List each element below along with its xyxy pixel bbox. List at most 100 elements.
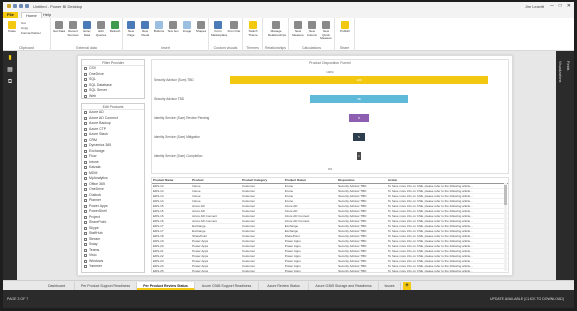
enter-data-button[interactable]: Enter Data <box>81 21 93 37</box>
checkbox[interactable] <box>84 237 87 241</box>
page-tab[interactable]: Azure O365 Support Readiness <box>195 282 259 290</box>
data-table[interactable]: Product Name Product Product Category Produ… <box>151 177 509 273</box>
get-data-button[interactable]: Get Data <box>53 21 65 34</box>
funnel-bar[interactable]: 5 <box>352 133 366 141</box>
table-scrollbar[interactable] <box>504 183 507 271</box>
checkbox[interactable] <box>84 138 87 142</box>
redo-icon[interactable] <box>25 4 29 8</box>
checkbox[interactable] <box>84 127 87 131</box>
checkbox[interactable] <box>84 94 87 98</box>
page-tab[interactable]: Per Product Review Status <box>137 282 195 290</box>
buttons-button[interactable]: Buttons <box>153 21 165 34</box>
checkbox[interactable] <box>84 259 87 263</box>
checkbox[interactable] <box>84 133 87 137</box>
axis-bottom-label: 0% <box>327 167 333 171</box>
from-marketplace-button[interactable]: From Marketplace <box>211 21 227 37</box>
checkbox[interactable] <box>84 204 87 208</box>
save-icon[interactable] <box>13 4 17 8</box>
checkbox[interactable] <box>84 177 87 181</box>
copy-button[interactable]: Copy <box>21 26 28 30</box>
checkbox[interactable] <box>84 215 87 219</box>
funnel-bar[interactable]: 8 <box>348 114 370 122</box>
title-bar: Untitled - Power BI Desktop Jim Leavitt … <box>3 2 574 11</box>
maximize-button[interactable]: □ <box>559 3 562 9</box>
new-page-button[interactable]: New Page <box>125 21 137 37</box>
checkbox[interactable] <box>84 265 87 269</box>
page-tab[interactable]: Azure O365 Storage and Readiness <box>309 282 379 290</box>
funnel-bar[interactable]: 38 <box>309 95 408 103</box>
refresh-icon <box>111 21 119 29</box>
checkbox[interactable] <box>84 83 87 87</box>
slicer-item-label: Azure Stack <box>89 132 108 136</box>
checkbox[interactable] <box>84 116 87 120</box>
funnel-bar[interactable]: 1 <box>357 152 361 160</box>
checkbox[interactable] <box>84 232 87 236</box>
new-column-button[interactable]: New Column <box>305 21 319 37</box>
page-tab[interactable]: Dashboard <box>39 282 75 290</box>
switch-theme-button[interactable]: Switch Theme <box>246 21 260 37</box>
page-tab[interactable]: Azure Review Status <box>259 282 309 290</box>
funnel-bar-value: 8 <box>358 116 360 120</box>
checkbox[interactable] <box>84 149 87 153</box>
add-page-button[interactable]: + <box>403 282 411 290</box>
new-quick-measure-button[interactable]: New Quick Measure <box>319 21 333 41</box>
refresh-button[interactable]: Refresh <box>109 21 121 34</box>
manage-relationships-button[interactable]: Manage Relationships <box>268 21 286 37</box>
format-painter-button[interactable]: Format Painter <box>21 31 41 35</box>
checkbox[interactable] <box>84 89 87 93</box>
checkbox[interactable] <box>84 226 87 230</box>
checkbox[interactable] <box>84 193 87 197</box>
checkbox[interactable] <box>84 166 87 170</box>
relationships-icon <box>272 21 280 29</box>
fields-pane-toggle[interactable]: Fields <box>566 61 570 70</box>
checkbox[interactable] <box>84 171 87 175</box>
image-button[interactable]: Image <box>181 21 193 34</box>
model-view-icon[interactable]: ⧉ <box>7 79 13 85</box>
undo-icon[interactable] <box>19 4 23 8</box>
checkbox[interactable] <box>84 248 87 252</box>
checkbox[interactable] <box>84 155 87 159</box>
checkbox[interactable] <box>84 210 87 214</box>
signed-in-user[interactable]: Jim Leavitt <box>525 4 544 9</box>
visualizations-pane-toggle[interactable]: Visualizations <box>558 61 562 82</box>
minimize-button[interactable]: ─ <box>550 3 554 9</box>
checkbox[interactable] <box>84 67 87 71</box>
checkbox[interactable] <box>84 243 87 247</box>
publish-button[interactable]: Publish <box>338 21 352 34</box>
update-available-link[interactable]: UPDATE AVAILABLE (CLICK TO DOWNLOAD) <box>490 297 564 301</box>
checkbox[interactable] <box>84 78 87 82</box>
paste-button[interactable]: Paste <box>5 21 19 34</box>
cut-button[interactable]: Cut <box>21 21 26 25</box>
close-button[interactable]: ✕ <box>567 3 571 9</box>
checkbox[interactable] <box>84 199 87 203</box>
checkbox[interactable] <box>84 122 87 126</box>
funnel-chart[interactable]: Product Disposition Funnel 100% Security… <box>151 59 509 174</box>
new-visual-button[interactable]: New Visual <box>139 21 151 37</box>
slicer-item-label: Azure Backup <box>89 121 111 125</box>
checkbox[interactable] <box>84 221 87 225</box>
checkbox[interactable] <box>84 182 87 186</box>
checkbox[interactable] <box>84 188 87 192</box>
text-box-button[interactable]: Text box <box>167 21 179 34</box>
scrollbar-thumb[interactable] <box>504 185 507 205</box>
slicer-item-label: StaffHub <box>89 231 103 235</box>
slicer-item[interactable]: Yammer <box>82 264 144 270</box>
report-view-icon[interactable]: ▮ <box>7 55 13 61</box>
page-tab[interactable]: Per Product Support Readiness <box>75 282 137 290</box>
edit-queries-button[interactable]: Edit Queries <box>95 21 107 37</box>
from-file-button[interactable]: From File <box>227 21 241 34</box>
checkbox[interactable] <box>84 144 87 148</box>
data-view-icon[interactable]: ▦ <box>7 67 13 73</box>
funnel-bar[interactable]: 100 <box>230 76 488 84</box>
checkbox[interactable] <box>84 111 87 115</box>
power-bi-window: Untitled - Power BI Desktop Jim Leavitt … <box>3 2 574 308</box>
page-tab[interactable]: Issues <box>379 282 401 290</box>
slicer-item[interactable]: Web <box>82 94 144 99</box>
checkbox[interactable] <box>84 72 87 76</box>
new-measure-button[interactable]: New Measure <box>291 21 305 37</box>
checkbox[interactable] <box>84 160 87 164</box>
shapes-button[interactable]: Shapes <box>195 21 207 34</box>
recent-sources-button[interactable]: Recent Sources <box>67 21 79 37</box>
ribbon-group-insert: New Page New Visual Buttons Text box Ima… <box>123 18 209 51</box>
checkbox[interactable] <box>84 254 87 258</box>
